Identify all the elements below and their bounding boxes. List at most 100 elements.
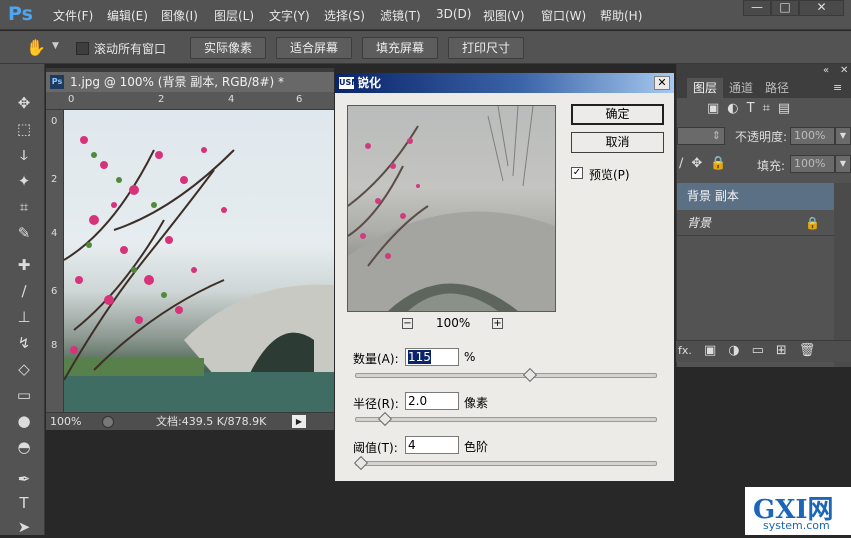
filter-preview[interactable] bbox=[347, 105, 556, 312]
menu-file[interactable]: 文件(F) bbox=[53, 7, 93, 24]
preview-checkbox[interactable]: ✓ bbox=[571, 167, 583, 179]
ruler-left-label: 4 bbox=[51, 228, 58, 239]
dodge-tool-icon[interactable]: ◓ bbox=[13, 436, 35, 458]
document-title: 1.jpg @ 100% (背景 副本, RGB/8#) * bbox=[70, 75, 284, 89]
fx-button[interactable]: fx. bbox=[678, 344, 692, 357]
tab-channels[interactable]: 通道 bbox=[723, 78, 759, 98]
hand-tool-icon[interactable]: ✋ bbox=[26, 38, 46, 57]
preview-zoom-level: 100% bbox=[436, 316, 471, 330]
fill-dropdown-icon[interactable]: ▼ bbox=[835, 155, 851, 173]
menu-help[interactable]: 帮助(H) bbox=[600, 7, 642, 24]
menu-filter[interactable]: 滤镜(T) bbox=[380, 7, 421, 24]
ruler-left-label: 2 bbox=[51, 174, 58, 185]
magic-wand-tool-icon[interactable]: ✦ bbox=[13, 170, 35, 192]
fill-screen-button[interactable]: 填充屏幕 bbox=[362, 37, 438, 59]
eraser-tool-icon[interactable]: ◇ bbox=[13, 358, 35, 380]
fill-input[interactable]: 100% bbox=[790, 155, 835, 173]
zoom-out-button[interactable]: − bbox=[402, 318, 413, 329]
status-menu-icon[interactable] bbox=[102, 416, 114, 428]
tool-preset-chevron-icon[interactable]: ▼ bbox=[52, 41, 59, 51]
canvas-photo bbox=[64, 136, 334, 412]
menu-edit[interactable]: 编辑(E) bbox=[107, 7, 148, 24]
amount-value: 115 bbox=[408, 350, 431, 364]
threshold-input[interactable]: 4 bbox=[405, 436, 459, 454]
toolbar: ✥ ⬚ ↆ ✦ ⌗ ✎ ✚ ∕ ⊥ ↯ ◇ ▭ ● ◓ ✒ T ➤ bbox=[0, 64, 45, 536]
menu-type[interactable]: 文字(Y) bbox=[269, 7, 310, 24]
menu-3d[interactable]: 3D(D) bbox=[436, 7, 471, 21]
cancel-button[interactable]: 取消 bbox=[571, 132, 664, 153]
dialog-title: 锐化 bbox=[357, 76, 382, 90]
clone-stamp-tool-icon[interactable]: ⊥ bbox=[13, 306, 35, 328]
dialog-close-button[interactable]: ✕ bbox=[654, 76, 670, 90]
actual-pixels-button[interactable]: 实际像素 bbox=[190, 37, 266, 59]
close-window-button[interactable]: ✕ bbox=[799, 0, 844, 16]
crop-tool-icon[interactable]: ⌗ bbox=[13, 196, 35, 218]
radius-slider[interactable] bbox=[355, 417, 657, 422]
watermark-domain: system.com bbox=[763, 519, 830, 532]
amount-input[interactable]: 115 bbox=[405, 348, 459, 366]
menu-image[interactable]: 图像(I) bbox=[161, 7, 198, 24]
tab-paths[interactable]: 路径 bbox=[759, 78, 795, 98]
fit-screen-button[interactable]: 适合屏幕 bbox=[276, 37, 352, 59]
layer-background-copy[interactable]: 背景 副本 bbox=[677, 183, 834, 210]
eyedropper-tool-icon[interactable]: ✎ bbox=[13, 222, 35, 244]
brush-tool-icon[interactable]: ∕ bbox=[13, 280, 35, 302]
layer-background[interactable]: 背景 🔒 bbox=[677, 210, 834, 236]
tab-layers[interactable]: 图层 bbox=[687, 78, 724, 98]
pen-tool-icon[interactable]: ✒ bbox=[13, 468, 35, 490]
layer-footer-icons[interactable]: ▣◑▭⊞🗑 bbox=[704, 343, 827, 358]
zoom-in-button[interactable]: + bbox=[492, 318, 503, 329]
marquee-tool-icon[interactable]: ⬚ bbox=[13, 118, 35, 140]
ruler-top-label: 4 bbox=[228, 94, 235, 105]
usm-icon: USM bbox=[339, 77, 360, 89]
zoom-level[interactable]: 100% bbox=[50, 413, 81, 430]
blend-mode-select[interactable]: ⇕ bbox=[677, 127, 725, 145]
opacity-dropdown-icon[interactable]: ▼ bbox=[835, 127, 851, 145]
threshold-slider[interactable] bbox=[355, 461, 657, 466]
threshold-slider-thumb[interactable] bbox=[353, 455, 369, 471]
lock-icons[interactable]: ∕✥🔒 bbox=[679, 156, 734, 171]
collapse-panel-icon[interactable]: « bbox=[823, 65, 829, 76]
opacity-label: 不透明度: bbox=[735, 130, 788, 144]
menu-window[interactable]: 窗口(W) bbox=[541, 7, 586, 24]
preview-label: 预览(P) bbox=[589, 168, 630, 182]
ps-document-icon: Ps bbox=[50, 75, 64, 89]
opacity-input[interactable]: 100% bbox=[790, 127, 835, 145]
menu-view[interactable]: 视图(V) bbox=[483, 7, 525, 24]
radius-slider-thumb[interactable] bbox=[378, 411, 393, 427]
status-arrow-icon[interactable]: ▶ bbox=[292, 415, 306, 428]
blur-tool-icon[interactable]: ● bbox=[13, 410, 35, 432]
print-size-button[interactable]: 打印尺寸 bbox=[448, 37, 524, 59]
amount-slider-thumb[interactable] bbox=[523, 367, 538, 383]
watermark: GXI网 system.com bbox=[745, 487, 851, 535]
scroll-all-windows-checkbox[interactable] bbox=[76, 42, 89, 55]
menu-select[interactable]: 选择(S) bbox=[324, 7, 365, 24]
healing-brush-tool-icon[interactable]: ✚ bbox=[13, 254, 35, 276]
close-panel-icon[interactable]: ✕ bbox=[840, 65, 848, 76]
history-brush-tool-icon[interactable]: ↯ bbox=[13, 332, 35, 354]
ok-button[interactable]: 确定 bbox=[571, 104, 664, 125]
move-tool-icon[interactable]: ✥ bbox=[13, 92, 35, 114]
panel-menu-icon[interactable]: ≡ bbox=[833, 81, 842, 94]
document-info: 文档:439.5 K/878.9K bbox=[156, 415, 267, 428]
amount-slider[interactable] bbox=[355, 373, 657, 378]
maximize-button[interactable]: □ bbox=[771, 0, 799, 16]
radius-unit: 像素 bbox=[464, 396, 489, 410]
type-tool-icon[interactable]: T bbox=[13, 492, 35, 514]
radius-input[interactable]: 2.0 bbox=[405, 392, 459, 410]
document-canvas[interactable] bbox=[64, 110, 334, 412]
amount-unit: % bbox=[464, 350, 476, 364]
ruler-top-label: 2 bbox=[158, 94, 165, 105]
dialog-title-bar[interactable]: 锐化 bbox=[335, 73, 674, 93]
ruler-top: 0 2 4 6 bbox=[46, 92, 334, 110]
lasso-tool-icon[interactable]: ↆ bbox=[13, 144, 35, 166]
layer-filter-icons[interactable]: ▣◐T⌗▤ bbox=[707, 101, 798, 116]
scroll-all-windows-label: 滚动所有窗口 bbox=[94, 42, 167, 56]
document-tab[interactable]: Ps 1.jpg @ 100% (背景 副本, RGB/8#) * bbox=[46, 72, 334, 92]
menu-layer[interactable]: 图层(L) bbox=[214, 7, 254, 24]
menu-bar: Ps 文件(F) 编辑(E) 图像(I) 图层(L) 文字(Y) 选择(S) 滤… bbox=[0, 0, 851, 30]
layers-panel-footer: fx. ▣◑▭⊞🗑 bbox=[676, 340, 851, 362]
minimize-button[interactable]: — bbox=[743, 0, 771, 16]
options-bar: ✋ ▼ 滚动所有窗口 实际像素 适合屏幕 填充屏幕 打印尺寸 bbox=[0, 31, 851, 64]
gradient-tool-icon[interactable]: ▭ bbox=[13, 384, 35, 406]
